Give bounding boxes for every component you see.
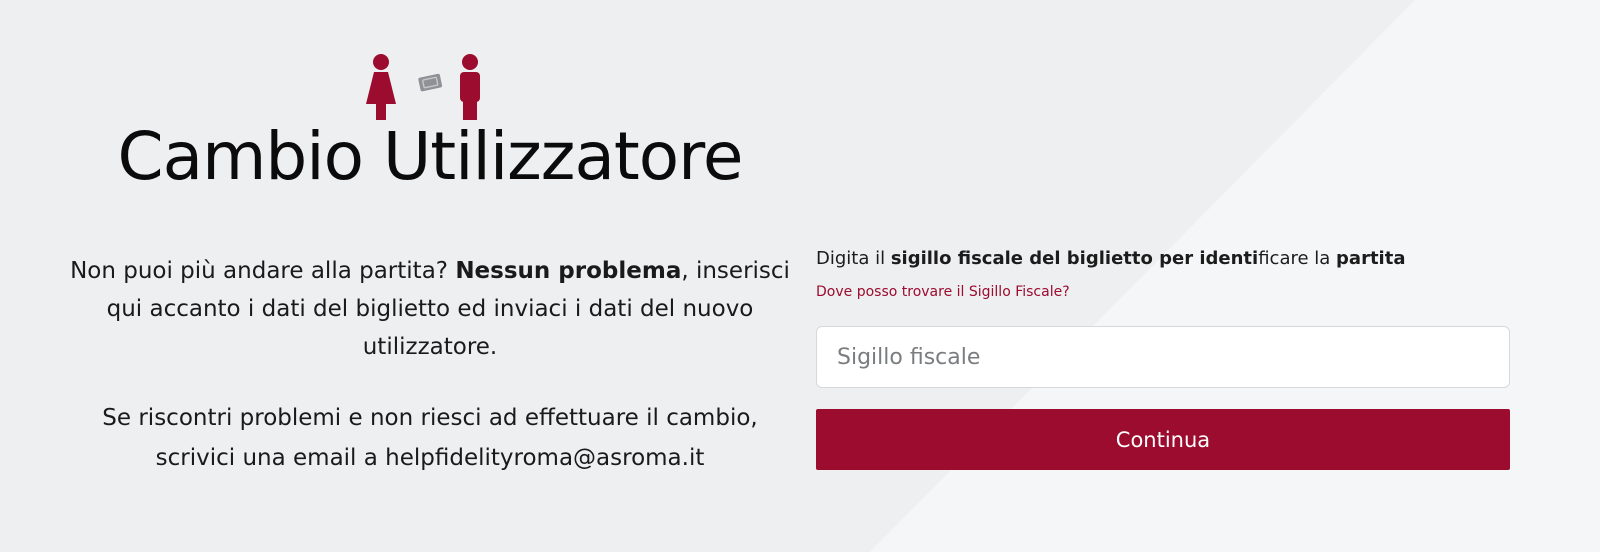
left-panel: Cambio Utilizzatore Non puoi più andare … [70, 0, 790, 552]
intro-text-before: Non puoi più andare alla partita? [70, 258, 456, 284]
instruction-part-1: Digita il [816, 248, 891, 269]
sigillo-help-link[interactable]: Dove posso trovare il Sigillo Fiscale? [816, 284, 1070, 300]
instruction-part-4: partita [1336, 248, 1406, 269]
intro-text-bold: Nessun problema [455, 258, 682, 284]
instruction-text: Digita il sigillo fiscale del biglietto … [816, 248, 1405, 269]
continue-button[interactable]: Continua [816, 409, 1510, 470]
page-title: Cambio Utilizzatore [117, 118, 744, 195]
help-contact: Se riscontri problemi e non riesci ad ef… [70, 398, 790, 478]
instruction-part-3: ficare la [1258, 248, 1337, 269]
sigillo-fiscale-input[interactable] [816, 326, 1510, 388]
user-change-illustration [366, 52, 496, 122]
help-line-1: Se riscontri problemi e non riesci ad ef… [102, 405, 758, 431]
form-panel: Digita il sigillo fiscale del biglietto … [816, 0, 1510, 552]
instruction-part-2: sigillo fiscale del biglietto per identi [890, 248, 1259, 269]
woman-icon [366, 54, 396, 120]
intro-description: Non puoi più andare alla partita? Nessun… [70, 252, 790, 366]
ticket-icon [418, 73, 443, 92]
man-icon [460, 54, 480, 120]
help-line-2: scrivici una email a helpfidelityroma@as… [155, 445, 705, 471]
